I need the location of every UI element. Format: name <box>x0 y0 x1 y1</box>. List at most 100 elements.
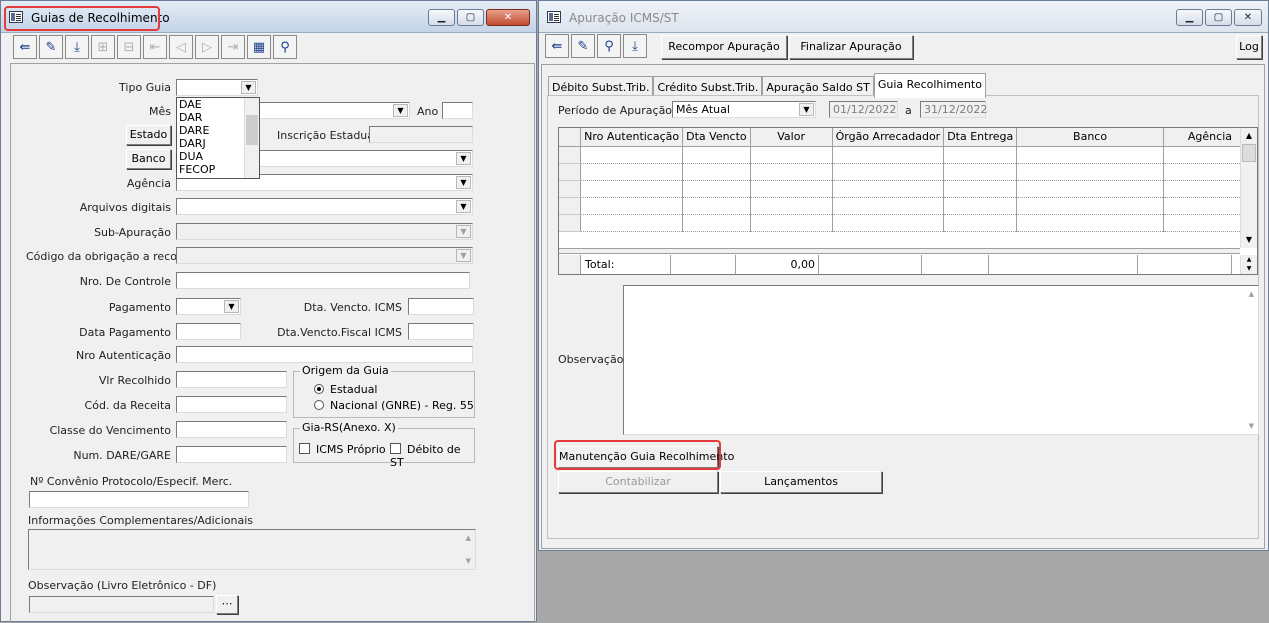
lancamentos-button[interactable]: Lançamentos <box>720 471 882 493</box>
binoculars-icon[interactable]: ⚲ <box>597 34 621 58</box>
sub-apuracao-select[interactable]: ▼ <box>176 223 473 240</box>
checkbox-icon[interactable] <box>390 443 401 454</box>
nro-autenticacao-input[interactable] <box>176 346 473 363</box>
chevron-down-icon[interactable]: ▼ <box>456 200 471 213</box>
maximize-button[interactable]: ▢ <box>457 9 484 26</box>
guias-recolhimento-window: Guias de Recolhimento ▁ ▢ ✕ ⇚ ✎ ⤓ ⊞ ⊟ ⇤ … <box>0 0 537 623</box>
dta-vencto-fiscal-input[interactable] <box>408 323 474 340</box>
grid-icon[interactable]: ▦ <box>247 35 271 59</box>
column-header[interactable]: Dta Entrega <box>943 128 1018 147</box>
chevron-down-icon[interactable]: ▼ <box>456 176 471 189</box>
chevron-down-icon[interactable]: ▼ <box>393 104 408 117</box>
chevron-down-icon[interactable]: ▼ <box>799 103 814 116</box>
table-row[interactable] <box>559 180 1258 198</box>
right-title-bar[interactable]: Apuração ICMS/ST ▁ ▢ ✕ <box>539 1 1268 33</box>
edit-icon[interactable]: ✎ <box>39 35 63 59</box>
window-icon <box>547 11 561 23</box>
tipo-guia-dropdown-list[interactable]: DAE DAR DARE DARJ DUA FECOP <box>176 97 260 179</box>
observacao-editor-button[interactable]: ⋯ <box>216 595 238 614</box>
chevron-down-icon[interactable]: ▼ <box>224 300 239 313</box>
scroll-down-icon[interactable]: ▼ <box>1243 264 1255 273</box>
checkbox-icon[interactable] <box>299 443 310 454</box>
binoculars-icon[interactable]: ⚲ <box>273 35 297 59</box>
next-record-icon[interactable]: ▷ <box>195 35 219 59</box>
inscricao-estadual-input[interactable] <box>369 126 473 143</box>
close-button[interactable]: ✕ <box>486 9 530 26</box>
table-row[interactable] <box>559 214 1258 232</box>
nro-controle-input[interactable] <box>176 272 470 289</box>
grid-vertical-scrollbar[interactable]: ▲ ▼ <box>1240 128 1257 248</box>
info-complementares-textarea[interactable]: ▲ ▼ <box>28 529 476 570</box>
periodo-select[interactable]: Mês Atual ▼ <box>672 101 816 118</box>
contabilizar-button[interactable]: Contabilizar <box>558 471 718 493</box>
banco-select[interactable]: ▼ <box>259 150 473 167</box>
chevron-down-icon[interactable]: ▼ <box>241 81 256 94</box>
scroll-up-icon[interactable]: ▲ <box>1243 255 1255 264</box>
dropdown-scrollbar[interactable] <box>244 98 259 178</box>
ano-label: Ano <box>417 105 439 118</box>
origem-estadual-option[interactable]: Estadual <box>314 383 378 396</box>
prev-record-icon[interactable]: ◁ <box>169 35 193 59</box>
scroll-up-icon[interactable]: ▲ <box>1243 130 1255 142</box>
observacao-textarea[interactable]: ▲ ▼ <box>623 285 1259 435</box>
log-button[interactable]: Log <box>1236 35 1262 59</box>
pagamento-select[interactable]: ▼ <box>176 298 241 315</box>
icms-proprio-checkbox[interactable]: ICMS Próprio <box>299 443 386 456</box>
column-header[interactable]: Dta Vencto <box>682 128 751 147</box>
icms-proprio-label: ICMS Próprio <box>316 443 386 456</box>
origem-nacional-option[interactable]: Nacional (GNRE) - Reg. 55 <box>314 399 474 412</box>
estado-button[interactable]: Estado <box>126 125 171 145</box>
scroll-down-icon[interactable]: ▼ <box>1243 234 1255 246</box>
date-to-input[interactable]: 31/12/2022 <box>920 101 987 118</box>
column-header[interactable]: Nro Autenticação <box>580 128 684 147</box>
vlr-recolhido-input[interactable] <box>176 371 287 388</box>
dta-vencto-icms-input[interactable] <box>408 298 474 315</box>
minimize-button[interactable]: ▁ <box>428 9 455 26</box>
save-icon[interactable]: ⤓ <box>65 35 89 59</box>
maximize-button[interactable]: ▢ <box>1205 9 1232 26</box>
insert-disabled-icon[interactable]: ⊞ <box>91 35 115 59</box>
tab-guia-recolhimento[interactable]: Guia Recolhimento <box>873 73 986 98</box>
cod-receita-input[interactable] <box>176 396 287 413</box>
num-dare-gare-label: Num. DARE/GARE <box>73 449 171 462</box>
mes-select[interactable]: ▼ <box>259 102 410 119</box>
radio-icon[interactable] <box>314 384 324 394</box>
chevron-down-icon[interactable]: ▼ <box>456 152 471 165</box>
data-pagamento-input[interactable] <box>176 323 241 340</box>
guias-grid[interactable]: Nro Autenticação Dta Vencto Valor Órgão … <box>558 127 1258 275</box>
arquivos-digitais-select[interactable]: ▼ <box>176 198 473 215</box>
banco-button[interactable]: Banco <box>126 149 171 169</box>
finalizar-apuracao-button[interactable]: Finalizar Apuração <box>789 35 913 59</box>
chevron-down-icon[interactable]: ▼ <box>456 249 471 262</box>
edit-icon[interactable]: ✎ <box>571 34 595 58</box>
table-row[interactable] <box>559 197 1258 215</box>
chevron-down-icon[interactable]: ▼ <box>456 225 471 238</box>
ano-input[interactable] <box>442 102 473 119</box>
inscricao-estadual-label: Inscrição Estadual <box>277 129 378 142</box>
classe-vencimento-input[interactable] <box>176 421 287 438</box>
convenio-input[interactable] <box>29 491 249 508</box>
column-header[interactable]: Órgão Arrecadador <box>832 128 945 147</box>
num-dare-gare-input[interactable] <box>176 446 287 463</box>
debito-st-checkbox[interactable]: Débito de ST <box>390 443 474 469</box>
recompor-apuracao-button[interactable]: Recompor Apuração <box>661 35 787 59</box>
codigo-obrigacao-select[interactable]: ▼ <box>176 247 473 264</box>
exit-icon[interactable]: ⇚ <box>13 35 37 59</box>
radio-icon[interactable] <box>314 400 324 410</box>
total-scrollbar[interactable]: ▲ ▼ <box>1240 255 1257 274</box>
table-row[interactable] <box>559 163 1258 181</box>
save-icon[interactable]: ⤓ <box>623 34 647 58</box>
first-record-icon[interactable]: ⇤ <box>143 35 167 59</box>
table-row[interactable] <box>559 146 1258 164</box>
close-button[interactable]: ✕ <box>1234 9 1262 26</box>
column-header[interactable]: Valor <box>750 128 833 147</box>
observacao-livro-input[interactable] <box>29 596 214 613</box>
delete-disabled-icon[interactable]: ⊟ <box>117 35 141 59</box>
last-record-icon[interactable]: ⇥ <box>221 35 245 59</box>
date-from-input[interactable]: 01/12/2022 <box>829 101 898 118</box>
minimize-button[interactable]: ▁ <box>1176 9 1203 26</box>
tipo-guia-select[interactable]: ▼ <box>176 79 258 96</box>
exit-icon[interactable]: ⇚ <box>545 34 569 58</box>
column-header[interactable]: Banco <box>1016 128 1164 147</box>
date-separator: a <box>905 104 912 117</box>
